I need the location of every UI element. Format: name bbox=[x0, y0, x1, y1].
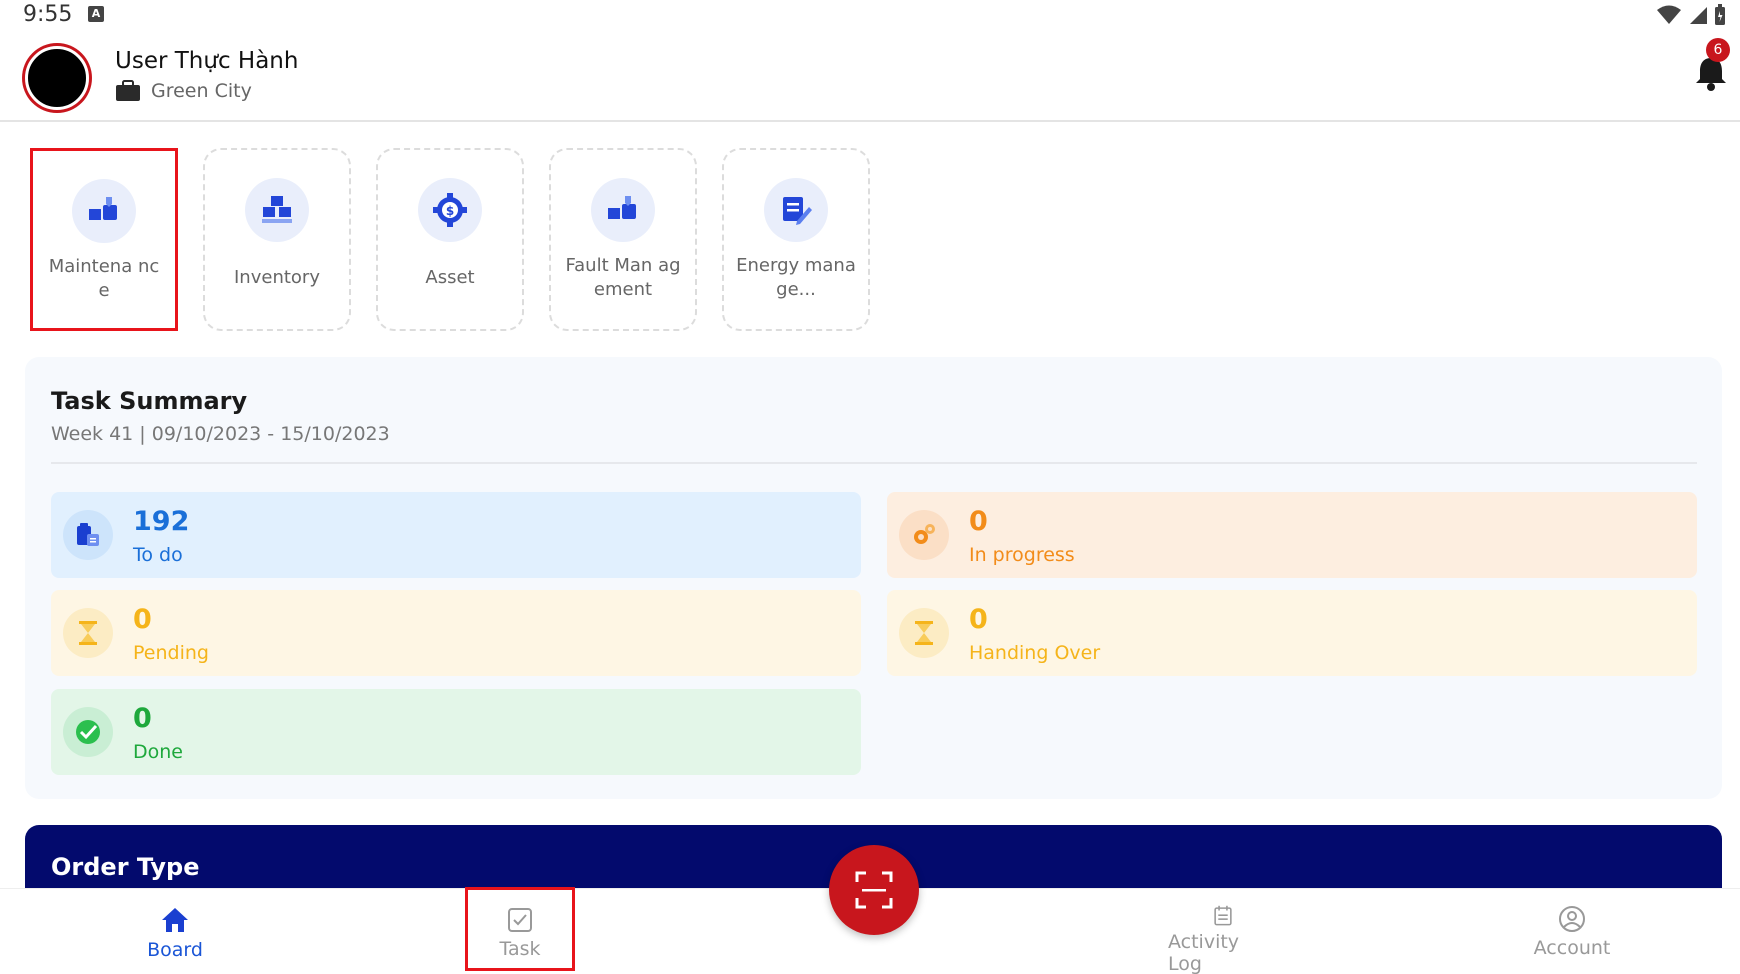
nav-label: Activity Log bbox=[1168, 931, 1240, 974]
stat-label: Pending bbox=[133, 642, 209, 664]
gears-icon bbox=[899, 510, 949, 560]
home-icon bbox=[162, 908, 188, 932]
module-label: Asset bbox=[425, 267, 475, 288]
module-energy-management[interactable]: Energy manage... bbox=[722, 148, 870, 331]
stat-count: 0 bbox=[133, 703, 152, 734]
nav-label: Account bbox=[1533, 937, 1611, 959]
nav-activity-log[interactable]: Activity Log bbox=[1168, 889, 1278, 974]
hourglass-icon bbox=[63, 608, 113, 658]
status-time: 9:55 bbox=[23, 2, 73, 27]
module-fault-management[interactable]: Fault Man agement bbox=[549, 148, 697, 331]
nav-board[interactable]: Board bbox=[120, 889, 230, 974]
task-summary-card: Task Summary Week 41 | 09/10/2023 - 15/1… bbox=[25, 357, 1722, 799]
stat-label: In progress bbox=[969, 544, 1075, 566]
module-label: Energy manage... bbox=[736, 255, 856, 300]
order-type-title: Order Type bbox=[51, 853, 200, 881]
divider bbox=[51, 462, 1697, 464]
stat-todo[interactable]: 192 To do bbox=[51, 492, 861, 578]
stat-label: Done bbox=[133, 741, 183, 763]
task-check-icon bbox=[508, 908, 532, 932]
module-inventory[interactable]: Inventory bbox=[203, 148, 351, 331]
stat-count: 0 bbox=[969, 604, 988, 635]
battery-icon bbox=[1715, 4, 1725, 25]
status-icons bbox=[1656, 4, 1726, 26]
org-row: Green City bbox=[115, 80, 252, 102]
stat-count: 0 bbox=[133, 604, 152, 635]
user-header: User Thực Hành Green City 6 bbox=[0, 30, 1740, 122]
avatar[interactable] bbox=[25, 46, 89, 110]
nav-task[interactable]: Task bbox=[465, 887, 575, 971]
inventory-icon bbox=[245, 178, 309, 242]
task-summary-week: Week 41 | 09/10/2023 - 15/10/2023 bbox=[51, 423, 390, 445]
notification-badge: 6 bbox=[1706, 38, 1730, 62]
module-maintenance[interactable]: Maintena nce bbox=[30, 148, 178, 331]
module-asset[interactable]: $ Asset bbox=[376, 148, 524, 331]
energy-management-icon bbox=[764, 178, 828, 242]
module-label: Inventory bbox=[234, 267, 320, 288]
clipboard-icon bbox=[63, 510, 113, 560]
stat-label: Handing Over bbox=[969, 642, 1101, 664]
stat-in-progress[interactable]: 0 In progress bbox=[887, 492, 1697, 578]
asset-gear-dollar-icon: $ bbox=[418, 178, 482, 242]
scan-icon bbox=[855, 871, 893, 909]
account-icon bbox=[1559, 906, 1585, 932]
check-circle-icon bbox=[63, 707, 113, 757]
svg-text:$: $ bbox=[446, 204, 454, 218]
scan-button[interactable] bbox=[829, 845, 919, 935]
nav-label: Task bbox=[499, 938, 541, 960]
maintenance-icon bbox=[72, 179, 136, 243]
module-label: Maintena nce bbox=[48, 256, 160, 301]
nav-label: Board bbox=[147, 939, 203, 961]
task-summary-title: Task Summary bbox=[51, 387, 248, 415]
briefcase-icon bbox=[116, 80, 140, 101]
stat-label: To do bbox=[133, 544, 183, 566]
status-bar: 9:55 A bbox=[0, 0, 1740, 30]
stat-handing-over[interactable]: 0 Handing Over bbox=[887, 590, 1697, 676]
signal-icon bbox=[1690, 7, 1707, 24]
fault-management-icon bbox=[591, 178, 655, 242]
stat-count: 192 bbox=[133, 506, 190, 537]
keyboard-indicator-icon: A bbox=[88, 6, 104, 22]
module-grid: Maintena nce Inventory $ Asset Fault Man… bbox=[30, 148, 870, 331]
module-label: Fault Man agement bbox=[565, 255, 681, 300]
stat-count: 0 bbox=[969, 506, 988, 537]
user-name: User Thực Hành bbox=[115, 48, 299, 74]
hourglass-icon bbox=[899, 608, 949, 658]
wifi-icon bbox=[1657, 5, 1681, 24]
stat-done[interactable]: 0 Done bbox=[51, 689, 861, 775]
activity-log-icon bbox=[1214, 905, 1232, 926]
nav-account[interactable]: Account bbox=[1517, 889, 1627, 974]
app-screen: 9:55 A User Thực Hành Green City 6 Maint… bbox=[0, 0, 1740, 974]
stat-pending[interactable]: 0 Pending bbox=[51, 590, 861, 676]
org-name: Green City bbox=[151, 80, 252, 102]
